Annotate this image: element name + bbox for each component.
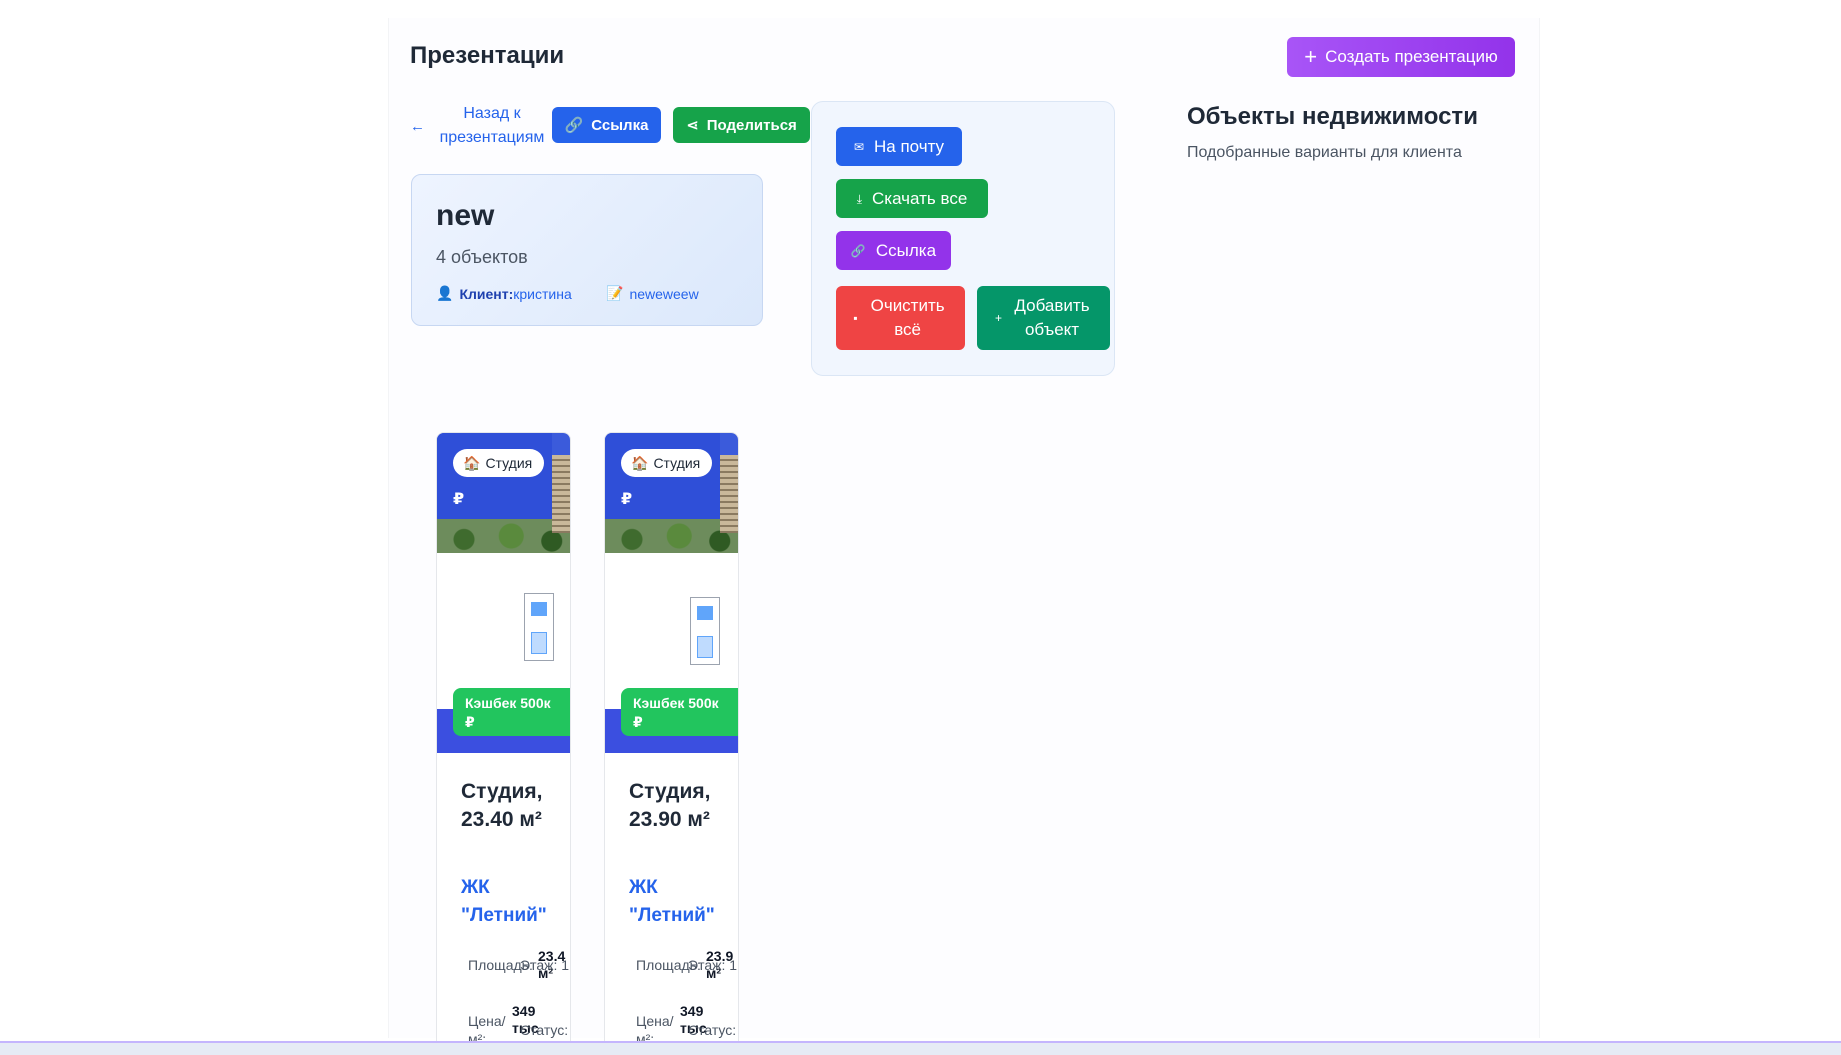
floor-label: Этаж: 1 [520,957,570,973]
add-object-button[interactable]: + Добавить объект [977,286,1110,350]
clear-all-button[interactable]: ▪ Очистить всё [836,286,965,350]
link-button[interactable]: 🔗 Ссылка [836,231,951,270]
add-object-label: Добавить объект [1014,296,1090,339]
complex-link[interactable]: ЖК "Летний" [629,874,729,930]
property-title: Студия, 23.40 м² [461,780,543,831]
floor-plan-image [690,597,720,665]
complex-link[interactable]: ЖК "Летний" [461,874,561,930]
property-type-badge: 🏠 Студия [453,449,545,477]
property-type-label: Студия [485,455,533,471]
cashback-badge: Кэшбек 500к ₽ [621,688,738,736]
floor-plan-image [524,593,554,661]
send-email-button[interactable]: ✉ На почту [836,127,962,166]
download-all-button[interactable]: ⤓ Скачать все [836,179,988,218]
presentation-info-card: new 4 объектов 👤 Клиент:кристина 📝 newew… [411,174,763,326]
link-label: Ссылка [875,240,937,260]
property-card[interactable]: ₽ 🏠 Студия Кэшбек 500к ₽ Студия, 23.40 м… [436,432,571,1052]
user-icon: 👤 [436,285,454,301]
download-all-label: Скачать все [872,188,968,208]
presentation-name: new [436,199,495,232]
status-label: Статус: [688,1022,737,1038]
share-icon: ⋖ [686,117,699,134]
plus-icon: + [994,311,1002,325]
client-name: кристина [513,285,572,302]
objects-count: 4 объектов [436,247,528,267]
back-link-label: Назад к презентациям [439,105,545,146]
copy-link-label: Ссылка [591,116,649,134]
status-label: Статус: [520,1022,569,1038]
cashback-badge: Кэшбек 500к ₽ [453,688,570,736]
objects-title: Объекты недвижимости [1187,103,1478,130]
presentation-note: 📝 neweweew [606,285,699,302]
page-title: Презентации [410,42,565,69]
property-type-badge: 🏠 Студия [621,449,713,477]
floor-label: Этаж: 1 [688,957,738,973]
clear-all-label: Очистить всё [870,296,945,339]
create-presentation-label: Создать презентацию [1325,47,1498,66]
property-title: Студия, 23.90 м² [629,780,711,831]
bottom-scroll-bar[interactable] [0,1041,1841,1055]
link-icon: 🔗 [564,117,584,134]
ruble-icon: ₽ [453,491,465,508]
note-icon: 📝 [606,285,624,301]
note-text: neweweew [629,285,699,302]
client-info: 👤 Клиент:кристина [436,285,572,302]
client-label: Клиент: [459,285,514,302]
trash-icon: ▪ [853,311,858,325]
link-icon: 🔗 [850,243,866,258]
share-button[interactable]: ⋖ Поделиться [673,107,810,143]
send-email-label: На почту [873,136,945,156]
property-card[interactable]: ₽ 🏠 Студия Кэшбек 500к ₽ Студия, 23.90 м… [604,432,739,1052]
house-icon: 🏠 [631,454,649,471]
share-label: Поделиться [706,116,797,134]
cashback-text: Кэшбек 500к ₽ [633,695,719,730]
house-icon: 🏠 [463,454,481,471]
copy-link-button[interactable]: 🔗 Ссылка [552,107,661,143]
cashback-text: Кэшбек 500к ₽ [465,695,551,730]
plus-icon: + [1304,44,1318,69]
arrow-left-icon: ← [410,117,425,135]
objects-subtitle: Подобранные варианты для клиента [1187,144,1462,161]
back-link[interactable]: ← Назад к презентациям [410,102,549,150]
download-icon: ⤓ [856,191,863,206]
mail-icon: ✉ [853,139,864,154]
property-type-label: Студия [653,455,701,471]
create-presentation-button[interactable]: + Создать презентацию [1287,37,1515,77]
ruble-icon: ₽ [621,491,633,508]
